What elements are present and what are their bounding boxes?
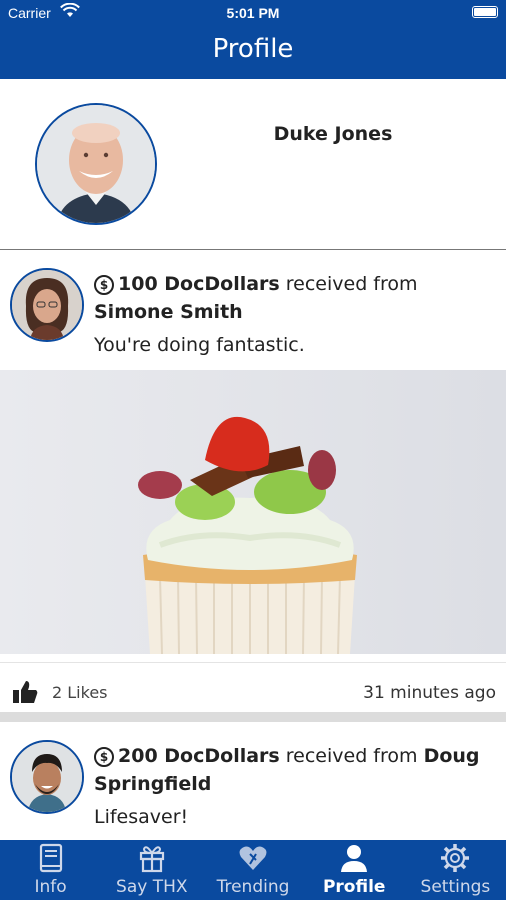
transaction-text: $100 DocDollars received from Simone Smi… (94, 270, 494, 326)
tab-profile[interactable]: Profile (304, 840, 405, 900)
thumbs-up-icon[interactable] (12, 679, 38, 705)
received-from-text: received from (285, 745, 418, 767)
profile-name: Duke Jones (273, 123, 393, 145)
tab-settings[interactable]: Settings (405, 840, 506, 900)
tab-bar: Info Say THX Trending Profile Settings (0, 840, 506, 900)
status-bar: Carrier 5:01 PM (0, 0, 506, 28)
sender-photo (12, 742, 82, 812)
tab-label: Trending (216, 877, 290, 897)
sender-photo (12, 270, 82, 340)
tab-label: Settings (420, 877, 491, 897)
tab-label: Info (34, 877, 67, 897)
message-text: Lifesaver! (94, 806, 189, 828)
heart-icon (239, 846, 267, 870)
battery-icon (472, 6, 498, 18)
post-image[interactable] (0, 370, 506, 654)
gear-icon (441, 844, 470, 872)
app-header: Carrier 5:01 PM Profile (0, 0, 506, 79)
tab-trending[interactable]: Trending (202, 840, 303, 900)
feed-item: $200 DocDollars received from Doug Sprin… (0, 722, 506, 840)
dollar-coin-icon: $ (94, 747, 114, 767)
dollar-coin-icon: $ (94, 275, 114, 295)
page-title: Profile (212, 34, 294, 64)
amount-text: 200 DocDollars (118, 745, 280, 767)
tab-label: Say THX (116, 877, 188, 897)
profile-avatar[interactable] (35, 103, 157, 225)
tab-say-thx[interactable]: Say THX (101, 840, 202, 900)
message-text: You're doing fantastic. (94, 334, 305, 356)
likes-count[interactable]: 2 Likes (52, 683, 108, 702)
profile-photo (37, 105, 155, 223)
sender-avatar[interactable] (10, 740, 84, 814)
cupcake-photo (0, 370, 506, 654)
amount-text: 100 DocDollars (118, 273, 280, 295)
tab-info[interactable]: Info (0, 840, 101, 900)
sender-name[interactable]: Simone Smith (94, 301, 243, 323)
person-icon (341, 845, 368, 872)
feed-separator (0, 712, 506, 722)
gift-icon (139, 846, 164, 873)
tab-label: Profile (322, 877, 386, 897)
post-time: 31 minutes ago (363, 683, 496, 703)
post-footer: 2 Likes 31 minutes ago (0, 662, 506, 712)
book-icon (39, 843, 62, 873)
status-time: 5:01 PM (226, 5, 280, 21)
transaction-text: $200 DocDollars received from Doug Sprin… (94, 742, 494, 798)
received-from-text: received from (285, 273, 418, 295)
profile-summary: Duke Jones (0, 79, 506, 250)
sender-avatar[interactable] (10, 268, 84, 342)
